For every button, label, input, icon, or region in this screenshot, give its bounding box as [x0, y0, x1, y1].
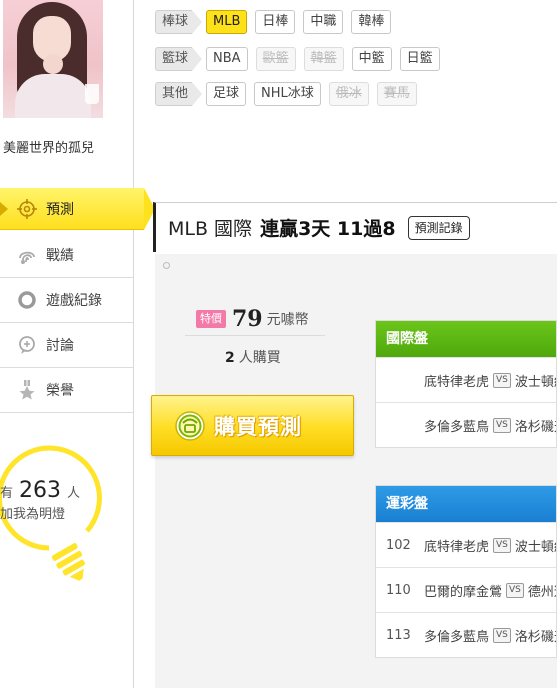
home-team: 巴爾的摩金鶯	[424, 584, 503, 600]
menu-item-predict[interactable]: 預測	[0, 188, 155, 230]
buyers-label: 人購買	[238, 350, 281, 366]
filter-tag-nhl[interactable]: NHL冰球	[254, 82, 321, 106]
fingerprint-icon	[16, 244, 38, 266]
buy-prediction-button[interactable]: 購買預測	[151, 395, 354, 456]
vs-badge: VS	[493, 627, 511, 643]
away-team: 洛杉磯天使	[514, 629, 556, 645]
home-team: 底特律老虎	[424, 539, 490, 555]
fan-lamp-box: 有 263 人 加我為明燈	[0, 436, 134, 586]
avatar-hand	[43, 54, 63, 74]
filter-tag-soccer[interactable]: 足球	[206, 82, 247, 106]
filter-tag-kbo[interactable]: 韓棒	[351, 10, 392, 34]
vs-badge: VS	[506, 582, 524, 598]
home-team: 多倫多藍鳥	[424, 629, 490, 645]
buy-prediction-label: 購買預測	[214, 414, 302, 439]
sidebar: 美麗世界的孤兒 預測 戰績 遊戲紀錄 討論 榮譽 有 263 人 加我為明燈	[0, 0, 155, 688]
discussion-icon	[16, 334, 38, 356]
vs-badge: VS	[493, 417, 511, 433]
menu-label-game-history: 遊戲紀錄	[46, 293, 102, 309]
filter-tag-horse-racing: 賽馬	[376, 82, 417, 106]
prediction-record-button[interactable]: 預測記錄	[407, 215, 470, 240]
special-price-badge: 特價	[196, 310, 226, 328]
filter-tag-cpbl[interactable]: 中職	[303, 10, 344, 34]
menu-item-game-history[interactable]: 遊戲紀錄	[0, 278, 134, 323]
avatar-cup	[85, 84, 99, 104]
price-value: 79	[232, 306, 263, 332]
category-label-basketball: 籃球	[155, 47, 203, 71]
filter-tag-japan-basketball[interactable]: 日籃	[399, 47, 440, 71]
filter-row-basketball: 籃球 NBA 歐籃 韓籃 中籃 日籃	[155, 47, 448, 71]
ring-icon	[16, 289, 38, 311]
filter-tag-korea-basketball: 韓籃	[303, 47, 344, 71]
home-team: 底特律老虎	[424, 374, 490, 390]
category-label-baseball: 棒球	[155, 10, 203, 34]
filter-row-other: 其他 足球 NHL冰球 俄冰 賽馬	[155, 82, 425, 106]
fan-count-unit: 人	[67, 486, 81, 501]
filter-tag-npb[interactable]: 日棒	[255, 10, 296, 34]
table-row[interactable]: 110 巴爾的摩金鶯 VS 德州遊騎兵	[376, 567, 556, 612]
menu-item-discussion[interactable]: 討論	[0, 323, 134, 368]
international-odds-title: 國際盤	[376, 321, 556, 357]
fan-count: 263	[19, 478, 62, 503]
league-title: MLB 國際	[168, 218, 253, 240]
buyers-number: 2	[225, 350, 235, 366]
menu-label-predict: 預測	[46, 201, 74, 218]
filter-tag-china-basketball[interactable]: 中籃	[351, 47, 392, 71]
buyers-count: 2 人購買	[225, 347, 281, 367]
game-number: 110	[386, 582, 411, 598]
prediction-panel: 特價 79 元噱幣 2 人購買 購買預測 國際盤 底特律老虎 VS 波士頓紅襪 …	[151, 254, 557, 688]
win-streak-text: 連贏3天 11過8	[260, 218, 396, 240]
sports-lottery-odds-title: 運彩盤	[376, 486, 556, 522]
add-as-lamp-link[interactable]: 加我為明燈	[0, 503, 65, 522]
target-icon	[16, 198, 38, 220]
menu-label-honor: 榮譽	[46, 383, 74, 399]
table-row[interactable]: 底特律老虎 VS 波士頓紅襪	[376, 357, 556, 402]
fan-count-prefix: 有	[0, 486, 14, 501]
menu-item-honor[interactable]: 榮譽	[0, 368, 134, 413]
category-label-other: 其他	[155, 82, 203, 106]
avatar[interactable]	[3, 0, 103, 118]
price-divider	[185, 335, 325, 336]
home-team: 多倫多藍鳥	[424, 419, 490, 435]
table-row[interactable]: 多倫多藍鳥 VS 洛杉磯天使	[376, 402, 556, 447]
game-number: 102	[386, 537, 411, 553]
vs-badge: VS	[493, 372, 511, 388]
medal-icon	[16, 379, 38, 401]
away-team: 波士頓紅襪	[514, 539, 556, 555]
menu-item-record[interactable]: 戰績	[0, 233, 134, 278]
filter-row-baseball: 棒球 MLB 日棒 中職 韓棒	[155, 10, 399, 34]
table-row[interactable]: 113 多倫多藍鳥 VS 洛杉磯天使	[376, 612, 556, 657]
table-row[interactable]: 102 底特律老虎 VS 波士頓紅襪	[376, 522, 556, 567]
price-currency: 元噱幣	[266, 312, 309, 328]
price-row: 特價 79 元噱幣	[196, 306, 309, 332]
away-team: 波士頓紅襪	[514, 374, 556, 390]
avatar-body	[15, 74, 91, 118]
menu-label-discussion: 討論	[46, 338, 74, 354]
panel-dot-icon	[163, 262, 170, 269]
vs-badge: VS	[493, 537, 511, 553]
active-arrow-icon	[0, 202, 8, 216]
filter-tag-russia-hockey: 俄冰	[328, 82, 369, 106]
fan-count-line: 有 263 人	[0, 478, 80, 503]
international-odds-table: 國際盤 底特律老虎 VS 波士頓紅襪 多倫多藍鳥 VS 洛杉磯天使	[375, 320, 557, 448]
menu-label-record: 戰績	[46, 248, 74, 264]
game-number: 113	[386, 627, 411, 643]
user-nickname[interactable]: 美麗世界的孤兒	[3, 137, 94, 156]
away-team: 德州遊騎兵	[527, 584, 556, 600]
prediction-header: MLB 國際 連贏3天 11過8 預測記錄	[153, 202, 557, 252]
coin-icon	[175, 410, 205, 441]
filter-tag-euro-basketball: 歐籃	[255, 47, 296, 71]
away-team: 洛杉磯天使	[514, 419, 556, 435]
filter-tag-nba[interactable]: NBA	[206, 47, 248, 71]
sports-lottery-odds-table: 運彩盤 102 底特律老虎 VS 波士頓紅襪 110 巴爾的摩金鶯 VS 德州遊…	[375, 485, 557, 658]
sidebar-menu: 預測 戰績 遊戲紀錄 討論 榮譽	[0, 188, 155, 413]
filter-tag-mlb[interactable]: MLB	[206, 10, 248, 34]
